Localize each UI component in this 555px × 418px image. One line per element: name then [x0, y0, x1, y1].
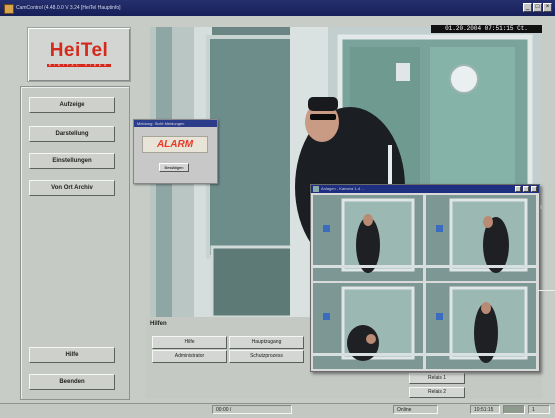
alarm-dialog-title: Meldung: Sicht Meldungen [134, 120, 217, 127]
status-time: 10:51:15 [470, 405, 500, 414]
camera-tile-2[interactable] [426, 195, 536, 281]
status-connection: Online [393, 405, 438, 414]
camera-tile-3[interactable] [313, 283, 423, 369]
view-marker-line [538, 290, 555, 291]
nav-button-einstellungen[interactable]: Einstellungen [29, 153, 115, 169]
quad-maximize-button[interactable] [523, 186, 529, 192]
nav-button-archiv[interactable]: Von Ort Archiv [29, 180, 115, 196]
camera-tile-1[interactable] [313, 195, 423, 281]
relay-2-button[interactable]: Relais 2 [409, 387, 465, 398]
camera-2-image [426, 195, 536, 281]
camera-1-image [313, 195, 423, 281]
app-window: CamControl (4.48.0.0 V 3.24 [HeiTel Haup… [0, 0, 555, 418]
alarm-message: ALARM [142, 136, 208, 153]
camera-tile-4[interactable] [426, 283, 536, 369]
help-button[interactable]: Hilfe [29, 347, 115, 363]
camera-3-image [313, 283, 423, 369]
title-bar: CamControl (4.48.0.0 V 3.24 [HeiTel Haup… [0, 0, 555, 16]
confirm-alarm-button[interactable]: Bestätigen [159, 163, 189, 172]
quad-view-window[interactable]: Anlagen - Kamera 1-4 ... [310, 184, 540, 372]
quad-window-title: Anlagen - Kamera 1-4 ... [311, 185, 539, 193]
alarm-dialog: Meldung: Sicht Meldungen ALARM Bestätige… [133, 119, 218, 184]
status-code: 00:00 / [212, 405, 292, 414]
hilfen-title: Hilfen [150, 321, 167, 327]
status-counter: 1 [528, 405, 550, 414]
logo-tagline: DIGITAL VIDEO [47, 63, 111, 67]
maximize-button[interactable]: □ [533, 3, 542, 12]
hilfen-administrator-button[interactable]: Administrator [152, 350, 227, 363]
close-button[interactable]: × [543, 3, 552, 12]
video-timestamp: 01.20.2004 07:51:15 Ct. [431, 25, 542, 33]
hilfen-hauptzugang-button[interactable]: Hauptzugang [229, 336, 304, 349]
quad-window-icon [313, 186, 319, 192]
nav-button-aufzeige[interactable]: Aufzeige [29, 97, 115, 113]
window-title: CamControl (4.48.0.0 V 3.24 [HeiTel Haup… [16, 5, 121, 11]
logo-text: HeiTel [49, 40, 109, 61]
heitel-logo: HeiTel DIGITAL VIDEO [27, 27, 131, 82]
status-progress [503, 405, 525, 414]
minimize-button[interactable]: _ [523, 3, 532, 12]
hilfen-schutzprozess-button[interactable]: Schutzprozess [229, 350, 304, 363]
hilfen-hilfe-button[interactable]: Hilfe [152, 336, 227, 349]
camera-4-image [426, 283, 536, 369]
nav-button-darstellung[interactable]: Darstellung [29, 126, 115, 142]
app-icon [4, 4, 14, 14]
quad-minimize-button[interactable] [515, 186, 521, 192]
relay-1-button[interactable]: Relais 1 [409, 373, 465, 384]
exit-button[interactable]: Beenden [29, 374, 115, 390]
quad-close-button[interactable] [531, 186, 537, 192]
